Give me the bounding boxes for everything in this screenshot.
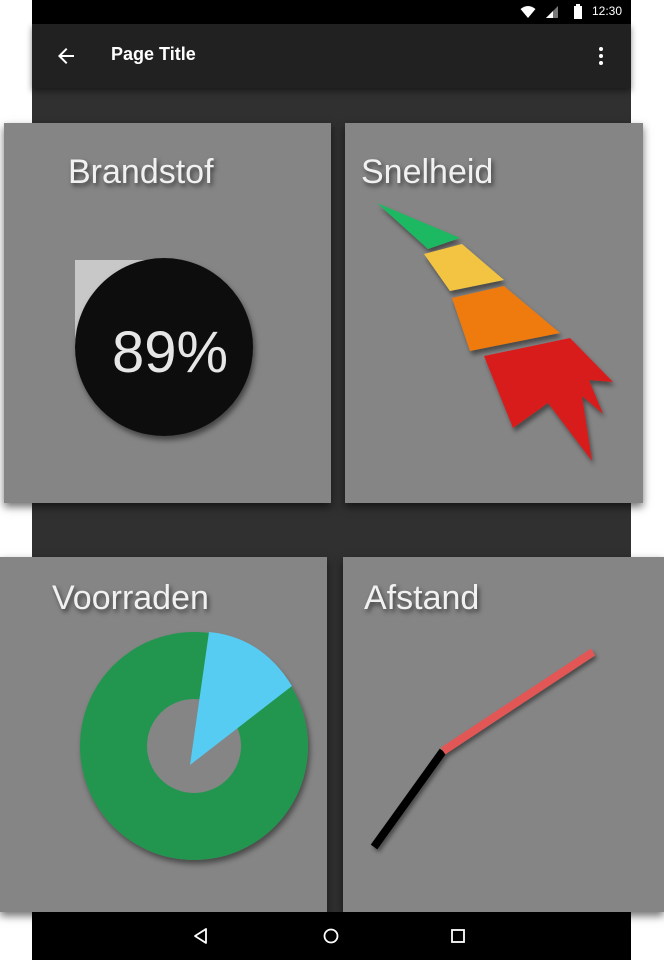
card-supplies[interactable]: Voorraden (0, 557, 327, 912)
home-circle-icon[interactable] (319, 924, 343, 948)
fuel-gauge: 89% (75, 258, 253, 436)
more-vert-icon[interactable] (589, 44, 613, 68)
distance-line-done (370, 748, 447, 850)
arrow-left-icon[interactable] (54, 44, 78, 68)
back-triangle-icon[interactable] (189, 924, 213, 948)
battery-icon (574, 4, 582, 19)
page-title: Page Title (111, 44, 196, 64)
nav-bar (32, 912, 631, 960)
speed-gauge (377, 203, 613, 461)
speed-segment-yellow (424, 244, 504, 291)
app-bar: Page Title (32, 24, 631, 88)
signal-icon (546, 6, 558, 18)
fuel-gauge-value: 89% (112, 320, 228, 385)
card-speed[interactable]: Snelheid (345, 123, 643, 503)
card-distance[interactable]: Afstand (343, 557, 664, 912)
card-fuel[interactable]: Brandstof 89% (4, 123, 331, 503)
status-bar: 12:30 (32, 0, 631, 24)
supplies-donut (80, 632, 308, 860)
speed-segment-orange (452, 286, 560, 351)
recents-square-icon[interactable] (446, 924, 470, 948)
wifi-icon (520, 6, 536, 18)
distance-gauge (370, 648, 596, 850)
speed-segment-green (377, 203, 460, 249)
status-time: 12:30 (591, 4, 622, 18)
distance-line-remaining (440, 648, 596, 755)
speed-segment-red (484, 338, 613, 461)
